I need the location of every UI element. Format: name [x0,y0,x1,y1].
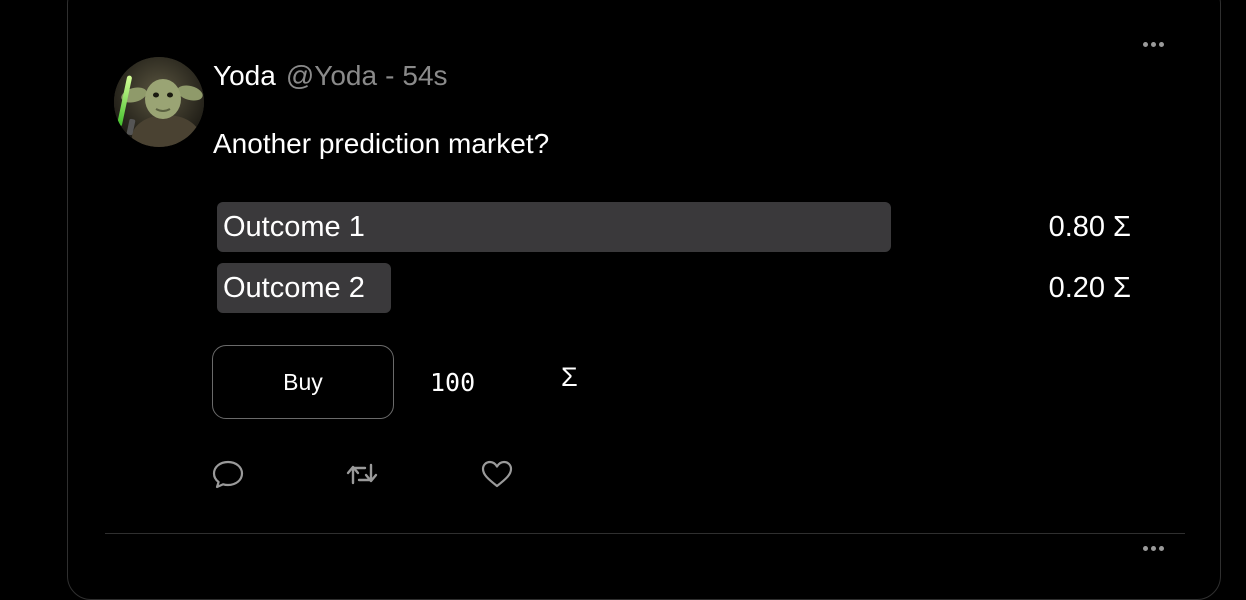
retweet-icon [346,463,378,485]
more-horizontal-icon [1142,545,1148,551]
more-dot [1150,41,1156,47]
repost-button[interactable] [345,458,379,490]
currency-symbol: Σ [561,362,578,392]
more-dot [1150,545,1156,551]
reply-button[interactable] [211,458,245,490]
post-timestamp[interactable]: 54s [402,60,447,92]
outcome-row[interactable]: Outcome 2 0.20 Σ [217,263,1137,313]
like-button[interactable] [480,458,514,490]
outcome-label[interactable]: Outcome 2 [223,263,365,313]
comment-icon [212,460,244,489]
post-divider [105,533,1185,534]
yoda-avatar-image [114,57,204,147]
more-dot [1158,41,1164,47]
outcome-price: 0.80 Σ [1048,211,1131,243]
avatar[interactable] [114,57,204,147]
post-text: Another prediction market? [213,128,550,159]
heart-icon [481,460,513,488]
more-options-button[interactable] [1138,36,1168,52]
author-name[interactable]: Yoda [213,60,276,92]
author-handle[interactable]: @Yoda [286,60,377,92]
buy-button[interactable]: Buy [212,345,394,419]
amount-input[interactable] [420,358,540,406]
outcome-row[interactable]: Outcome 1 0.80 Σ [217,202,1137,252]
meta-separator: - [385,60,395,91]
outcome-label[interactable]: Outcome 1 [223,202,365,252]
outcome-price: 0.20 Σ [1048,272,1131,304]
more-dot [1158,545,1164,551]
post-header: Yoda @Yoda - 54s [213,60,448,96]
next-post-more-options-button[interactable] [1138,540,1168,556]
more-horizontal-icon [1142,41,1148,47]
